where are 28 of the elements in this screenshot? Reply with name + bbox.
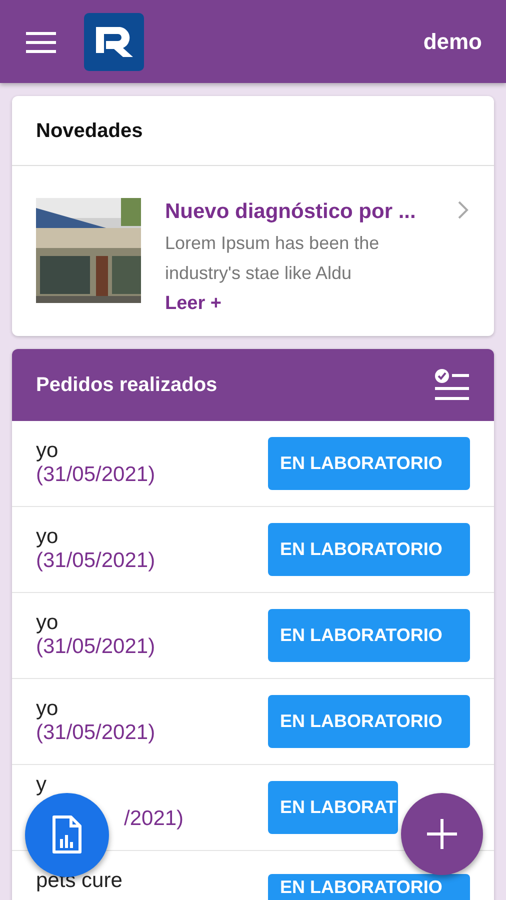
news-headline[interactable]: Nuevo diagnóstico por ... bbox=[165, 196, 432, 228]
status-button[interactable]: EN LABORATORIO bbox=[268, 695, 470, 748]
news-summary: Lorem Ipsum has been the industry's stae like Aldu bbox=[165, 232, 380, 285]
section-title: Novedades bbox=[36, 118, 143, 144]
read-more-link[interactable]: Leer + bbox=[165, 290, 222, 318]
order-date: (31/05/2021) bbox=[36, 635, 156, 659]
status-button[interactable]: EN LABORATORIO bbox=[268, 874, 470, 900]
order-name: yo bbox=[36, 439, 58, 463]
section-title: Pedidos realizados bbox=[36, 373, 218, 398]
status-button[interactable]: EN LABORATORIO bbox=[268, 437, 470, 490]
menu-button[interactable] bbox=[26, 30, 58, 54]
order-name: yo bbox=[36, 697, 58, 721]
report-chart-icon[interactable] bbox=[51, 815, 83, 855]
order-date: /2021) bbox=[123, 807, 184, 831]
user-name: demo bbox=[423, 28, 482, 56]
logo-icon bbox=[84, 12, 144, 70]
status-button[interactable]: EN LABORAT bbox=[268, 781, 398, 834]
checklist-icon[interactable] bbox=[434, 368, 470, 402]
order-date: (31/05/2021) bbox=[36, 549, 156, 573]
status-button[interactable]: EN LABORATORIO bbox=[268, 523, 470, 576]
order-name: yo bbox=[36, 611, 58, 635]
plus-icon[interactable] bbox=[427, 819, 457, 849]
order-name: pets cure bbox=[36, 869, 122, 893]
order-date: (31/05/2021) bbox=[36, 463, 156, 487]
order-date: (31/05/2021) bbox=[36, 721, 156, 745]
order-name: yo bbox=[36, 525, 58, 549]
status-button[interactable]: EN LABORATORIO bbox=[268, 609, 470, 662]
order-name: y bbox=[36, 773, 46, 797]
